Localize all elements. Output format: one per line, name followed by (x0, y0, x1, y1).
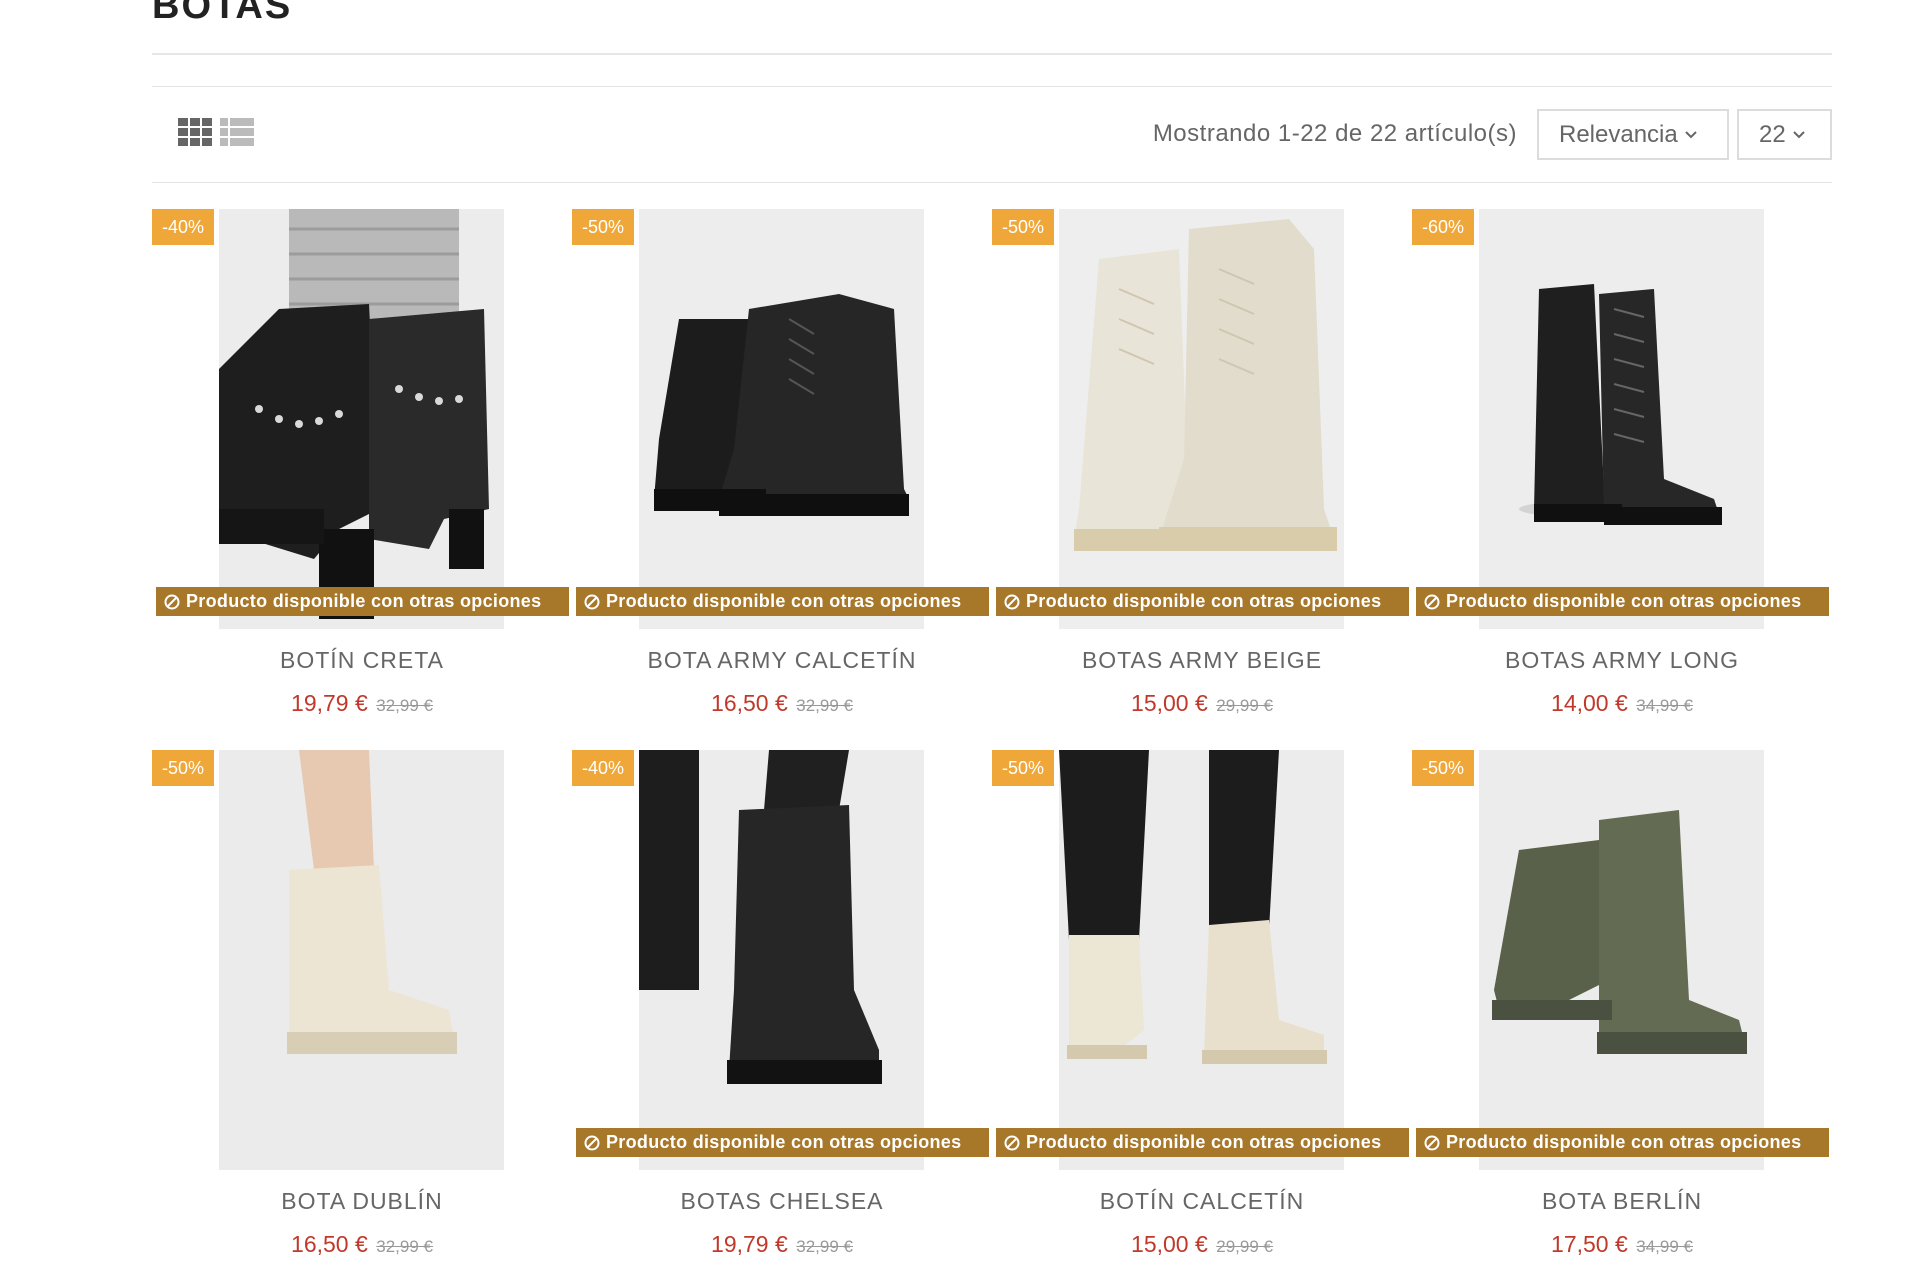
product-old-price: 32,99 € (376, 696, 433, 715)
product-image[interactable] (1059, 750, 1344, 1170)
product-image[interactable] (1479, 750, 1764, 1170)
product-media[interactable]: -50% (152, 750, 562, 1170)
product-media[interactable]: -40% Producto disponible con otras opcio… (572, 750, 989, 1170)
product-prices: 16,50 € 32,99 € (152, 1231, 572, 1258)
product-prices: 14,00 € 34,99 € (1412, 690, 1832, 717)
unavailable-icon (1004, 1135, 1020, 1150)
product-name[interactable]: BOTAS ARMY BEIGE (992, 647, 1412, 674)
per-page-select[interactable]: 22 (1737, 109, 1832, 160)
unavailable-icon (164, 594, 180, 609)
product-old-price: 29,99 € (1216, 696, 1273, 715)
availability-banner: Producto disponible con otras opciones (156, 587, 569, 616)
product-price: 17,50 € (1551, 1231, 1628, 1257)
product-old-price: 32,99 € (376, 1237, 433, 1256)
product-old-price: 32,99 € (796, 1237, 853, 1256)
sort-select[interactable]: Relevancia (1537, 109, 1729, 160)
unavailable-icon (584, 1135, 600, 1150)
product-name[interactable]: BOTÍN CALCETÍN (992, 1188, 1412, 1215)
product-media[interactable]: -50% Producto disponible con otras opcio… (992, 750, 1409, 1170)
product-name[interactable]: BOTA BERLÍN (1412, 1188, 1832, 1215)
product-media[interactable]: -50% Producto disponible con otras opcio… (572, 209, 989, 629)
toolbar-bottom-divider (152, 182, 1832, 183)
unavailable-icon (584, 594, 600, 609)
product-image[interactable] (219, 209, 504, 629)
sort-select-value: Relevancia (1559, 120, 1678, 148)
availability-banner: Producto disponible con otras opciones (576, 1128, 989, 1157)
product-old-price: 34,99 € (1636, 696, 1693, 715)
availability-text: Producto disponible con otras opciones (186, 591, 542, 611)
product-media[interactable]: -50% Producto disponible con otras opcio… (1412, 750, 1829, 1170)
discount-badge: -50% (992, 750, 1055, 786)
product-prices: 15,00 € 29,99 € (992, 690, 1412, 717)
product-prices: 19,79 € 32,99 € (572, 1231, 992, 1258)
availability-text: Producto disponible con otras opciones (1026, 1132, 1382, 1152)
product-prices: 16,50 € 32,99 € (572, 690, 992, 717)
product-image[interactable] (639, 750, 924, 1170)
availability-text: Producto disponible con otras opciones (606, 1132, 962, 1152)
results-count: Mostrando 1-22 de 22 artículo(s) (1152, 120, 1517, 147)
product-price: 14,00 € (1551, 690, 1628, 716)
discount-badge: -40% (152, 209, 215, 245)
product-prices: 15,00 € 29,99 € (992, 1231, 1412, 1258)
availability-text: Producto disponible con otras opciones (606, 591, 962, 611)
product-old-price: 29,99 € (1216, 1237, 1273, 1256)
product-price: 16,50 € (711, 690, 788, 716)
product-price: 19,79 € (291, 690, 368, 716)
title-divider (152, 53, 1832, 55)
unavailable-icon (1424, 594, 1440, 609)
product-prices: 17,50 € 34,99 € (1412, 1231, 1832, 1258)
product-price: 15,00 € (1131, 690, 1208, 716)
chevron-down-icon (1685, 130, 1697, 138)
availability-banner: Producto disponible con otras opciones (576, 587, 989, 616)
chevron-down-icon (1792, 130, 1805, 138)
availability-banner: Producto disponible con otras opciones (996, 1128, 1409, 1157)
unavailable-icon (1004, 594, 1020, 609)
product-price: 16,50 € (291, 1231, 368, 1257)
availability-banner: Producto disponible con otras opciones (1416, 587, 1829, 616)
availability-banner: Producto disponible con otras opciones (996, 587, 1409, 616)
product-media[interactable]: -40% Producto disponible con otras opcio… (152, 209, 569, 629)
product-price: 15,00 € (1131, 1231, 1208, 1257)
unavailable-icon (1424, 1135, 1440, 1150)
product-name[interactable]: BOTA ARMY CALCETÍN (572, 647, 992, 674)
product-media[interactable]: -50% Producto disponible con otras opcio… (992, 209, 1409, 629)
grid-view-icon[interactable] (178, 118, 212, 146)
product-name[interactable]: BOTAS ARMY LONG (1412, 647, 1832, 674)
list-view-icon[interactable] (220, 118, 254, 146)
discount-badge: -50% (1412, 750, 1475, 786)
product-name[interactable]: BOTAS CHELSEA (572, 1188, 992, 1215)
product-image[interactable] (1059, 209, 1344, 629)
product-image[interactable] (1479, 209, 1764, 629)
product-name[interactable]: BOTA DUBLÍN (152, 1188, 572, 1215)
discount-badge: -50% (152, 750, 215, 786)
per-page-select-value: 22 (1759, 120, 1786, 148)
availability-text: Producto disponible con otras opciones (1026, 591, 1382, 611)
product-image[interactable] (639, 209, 924, 629)
product-name[interactable]: BOTÍN CRETA (152, 647, 572, 674)
availability-text: Producto disponible con otras opciones (1446, 591, 1802, 611)
availability-text: Producto disponible con otras opciones (1446, 1132, 1802, 1152)
discount-badge: -50% (572, 209, 635, 245)
product-old-price: 34,99 € (1636, 1237, 1693, 1256)
discount-badge: -50% (992, 209, 1055, 245)
product-old-price: 32,99 € (796, 696, 853, 715)
page-title: BOTAS (152, 0, 293, 27)
toolbar-top-divider (152, 86, 1832, 87)
product-prices: 19,79 € 32,99 € (152, 690, 572, 717)
product-media[interactable]: -60% Producto disponible con otras opcio… (1412, 209, 1829, 629)
product-image[interactable] (219, 750, 504, 1170)
view-toggle (178, 118, 254, 146)
discount-badge: -60% (1412, 209, 1475, 245)
availability-banner: Producto disponible con otras opciones (1416, 1128, 1829, 1157)
discount-badge: -40% (572, 750, 635, 786)
product-price: 19,79 € (711, 1231, 788, 1257)
